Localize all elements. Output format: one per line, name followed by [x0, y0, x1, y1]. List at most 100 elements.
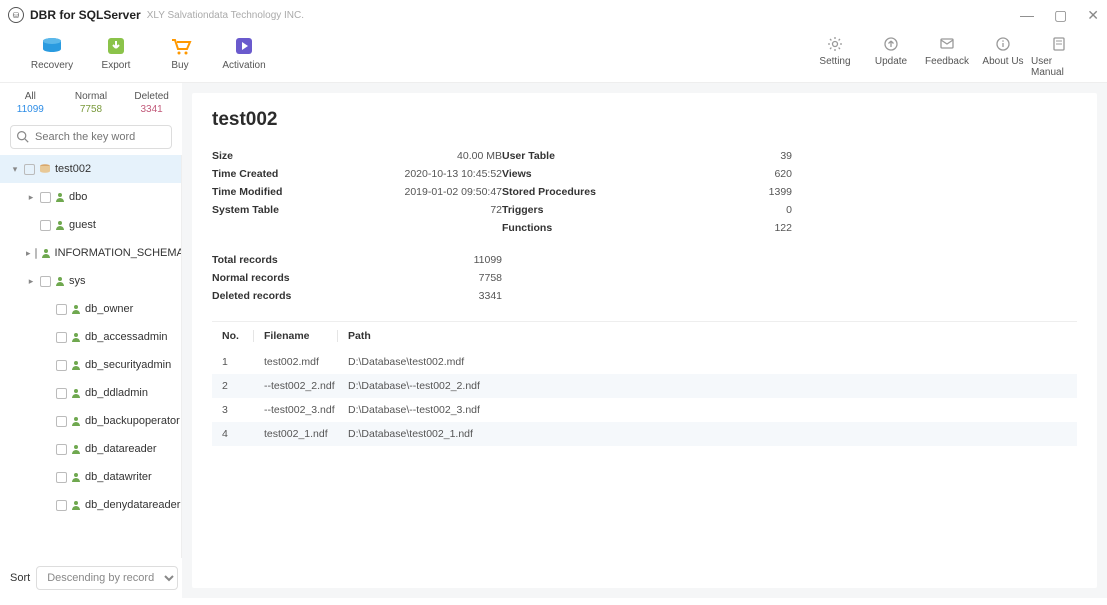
info-row: Stored Procedures1399 — [502, 183, 792, 201]
toolbar-export[interactable]: Export — [84, 36, 148, 71]
file-row[interactable]: 1test002.mdfD:\Database\test002.mdf — [212, 350, 1077, 374]
tree-item-db_datawriter[interactable]: db_datawriter — [0, 463, 181, 491]
toolbar-feedback[interactable]: Feedback — [919, 36, 975, 78]
search-input[interactable] — [10, 125, 172, 149]
checkbox[interactable] — [56, 304, 67, 315]
expand-icon[interactable]: ▸ — [26, 192, 36, 203]
update-icon — [883, 36, 899, 52]
tree-item-information_schema[interactable]: ▸ INFORMATION_SCHEMA — [0, 239, 181, 267]
tree-label: db_accessadmin — [85, 331, 168, 343]
close-button[interactable]: ✕ — [1087, 7, 1099, 24]
checkbox[interactable] — [56, 444, 67, 455]
checkbox[interactable] — [40, 192, 51, 203]
manual-icon — [1051, 36, 1067, 52]
activation-icon — [232, 36, 256, 56]
info-row: User Table39 — [502, 147, 792, 165]
tree-label: db_ddladmin — [85, 387, 148, 399]
toolbar-about-us[interactable]: About Us — [975, 36, 1031, 78]
file-row[interactable]: 4test002_1.ndfD:\Database\test002_1.ndf — [212, 422, 1077, 446]
toolbar: RecoveryExportBuyActivation SettingUpdat… — [0, 30, 1107, 83]
info-row: Functions122 — [502, 219, 792, 237]
tree-item-sys[interactable]: ▸ sys — [0, 267, 181, 295]
tree-item-db_owner[interactable]: db_owner — [0, 295, 181, 323]
info-row: Size40.00 MB — [212, 147, 502, 165]
file-row[interactable]: 2--test002_2.ndfD:\Database\--test002_2.… — [212, 374, 1077, 398]
tree-item-guest[interactable]: guest — [0, 211, 181, 239]
info-row: Normal records7758 — [212, 269, 502, 287]
tree-item-test002[interactable]: ▾ test002 — [0, 155, 181, 183]
checkbox[interactable] — [35, 248, 37, 259]
expand-icon[interactable]: ▾ — [10, 164, 20, 175]
filter-all[interactable]: All 11099 — [0, 91, 60, 115]
tree-item-db_datareader[interactable]: db_datareader — [0, 435, 181, 463]
info-row: Triggers0 — [502, 201, 792, 219]
checkbox[interactable] — [56, 472, 67, 483]
tree-item-dbo[interactable]: ▸ dbo — [0, 183, 181, 211]
user-icon — [55, 220, 69, 230]
sort-bar: Sort Descending by record — [0, 558, 182, 598]
user-icon — [71, 332, 85, 342]
tree-label: db_owner — [85, 303, 133, 315]
tree-item-db_backupoperator[interactable]: db_backupoperator — [0, 407, 181, 435]
gear-icon — [827, 36, 843, 52]
info-row: Time Modified2019-01-02 09:50:47 — [212, 183, 502, 201]
info-row: Views620 — [502, 165, 792, 183]
tree-label: db_datawriter — [85, 471, 152, 483]
toolbar-user-manual[interactable]: User Manual — [1031, 36, 1087, 78]
tree-label: test002 — [55, 163, 91, 175]
user-icon — [41, 248, 55, 258]
checkbox[interactable] — [40, 276, 51, 287]
checkbox[interactable] — [56, 332, 67, 343]
tree[interactable]: ▾ test002 ▸ dbo guest ▸ INFORMATION_SCHEMA ▸ sys… — [0, 155, 182, 558]
checkbox[interactable] — [56, 360, 67, 371]
files-header: No. Filename Path — [212, 322, 1077, 350]
tree-label: dbo — [69, 191, 87, 203]
sidebar: All 11099 Normal 7758 Deleted 3341 ▾ test… — [0, 83, 182, 598]
info-icon — [995, 36, 1011, 52]
checkbox[interactable] — [40, 220, 51, 231]
info-row: Total records11099 — [212, 251, 502, 269]
feedback-icon — [939, 36, 955, 52]
tree-item-db_denydatareader[interactable]: db_denydatareader — [0, 491, 181, 519]
user-icon — [71, 444, 85, 454]
info-row: Time Created2020-10-13 10:45:52 — [212, 165, 502, 183]
app-logo-icon: ⛁ — [8, 7, 24, 23]
checkbox[interactable] — [56, 416, 67, 427]
expand-icon[interactable]: ▸ — [26, 276, 36, 287]
user-icon — [71, 304, 85, 314]
file-row[interactable]: 3--test002_3.ndfD:\Database\--test002_3.… — [212, 398, 1077, 422]
sort-select[interactable]: Descending by record — [36, 566, 178, 590]
user-icon — [71, 388, 85, 398]
minimize-button[interactable]: — — [1020, 7, 1034, 24]
sort-label: Sort — [10, 572, 30, 584]
detail-panel: test002 Size40.00 MBTime Created2020-10-… — [192, 93, 1097, 588]
tree-label: guest — [69, 219, 96, 231]
user-icon — [55, 192, 69, 202]
toolbar-setting[interactable]: Setting — [807, 36, 863, 78]
search-container — [10, 125, 172, 149]
checkbox[interactable] — [56, 500, 67, 511]
tree-item-db_securityadmin[interactable]: db_securityadmin — [0, 351, 181, 379]
user-icon — [71, 416, 85, 426]
toolbar-activation[interactable]: Activation — [212, 36, 276, 71]
expand-icon[interactable]: ▸ — [26, 248, 31, 259]
user-icon — [71, 500, 85, 510]
tree-label: db_datareader — [85, 443, 157, 455]
titlebar: ⛁ DBR for SQLServer XLY Salvationdata Te… — [0, 0, 1107, 30]
search-icon — [16, 130, 29, 143]
filter-normal[interactable]: Normal 7758 — [61, 91, 121, 115]
tree-label: sys — [69, 275, 86, 287]
user-icon — [55, 276, 69, 286]
tree-item-db_ddladmin[interactable]: db_ddladmin — [0, 379, 181, 407]
toolbar-recovery[interactable]: Recovery — [20, 36, 84, 71]
maximize-button[interactable]: ▢ — [1054, 7, 1067, 24]
checkbox[interactable] — [24, 164, 35, 175]
recovery-icon — [40, 36, 64, 56]
toolbar-update[interactable]: Update — [863, 36, 919, 78]
checkbox[interactable] — [56, 388, 67, 399]
toolbar-buy[interactable]: Buy — [148, 36, 212, 71]
tree-item-db_accessadmin[interactable]: db_accessadmin — [0, 323, 181, 351]
info-row: System Table72 — [212, 201, 502, 219]
filter-deleted[interactable]: Deleted 3341 — [122, 91, 182, 115]
tree-label: INFORMATION_SCHEMA — [55, 247, 182, 259]
